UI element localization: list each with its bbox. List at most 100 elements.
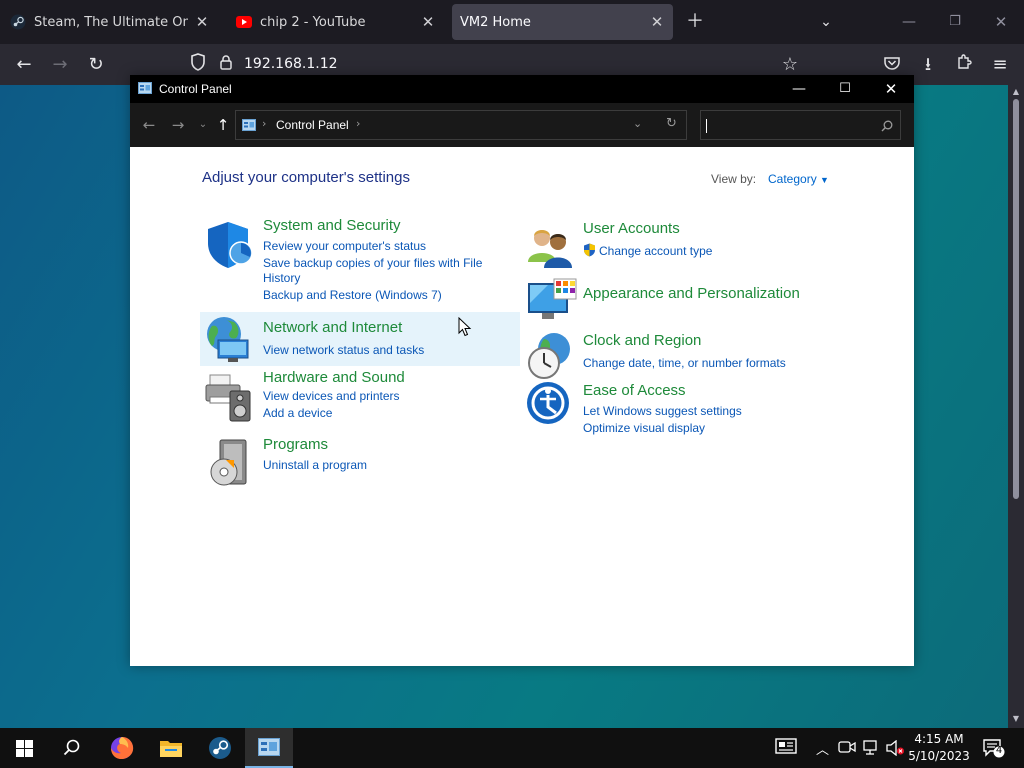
back-icon[interactable]: ← (139, 115, 159, 135)
chevron-up-icon[interactable]: ︿ (816, 739, 829, 758)
window-title: Control Panel (159, 82, 232, 96)
close-icon[interactable]: ✕ (649, 13, 665, 31)
link-network-status[interactable]: View network status and tasks (263, 343, 424, 357)
tab-steam[interactable]: Steam, The Ultimate Online Gam ✕ (2, 4, 218, 40)
back-icon[interactable]: ← (12, 53, 36, 77)
menu-icon[interactable]: ≡ (988, 53, 1012, 77)
close-icon[interactable]: ✕ (987, 10, 1015, 34)
network-globe-icon (207, 317, 249, 362)
window-titlebar[interactable]: Control Panel — ☐ ✕ (130, 75, 914, 103)
star-icon[interactable]: ☆ (778, 53, 802, 77)
scrollbar-thumb[interactable] (1013, 99, 1019, 499)
mouse-cursor-icon (458, 317, 472, 337)
refresh-icon[interactable]: ↻ (666, 116, 677, 131)
notification-center-icon[interactable]: 4 (982, 738, 1006, 762)
link-backup-restore[interactable]: Backup and Restore (Windows 7) (263, 288, 442, 302)
address-field[interactable]: › Control Panel › ⌄ ↻ (235, 110, 687, 140)
close-icon[interactable]: ✕ (868, 75, 914, 103)
clock-time: 4:15 AM (914, 732, 964, 746)
new-tab-icon[interactable]: ＋ (681, 10, 709, 34)
link-optimize-display[interactable]: Optimize visual display (583, 421, 705, 435)
category-title[interactable]: System and Security (263, 217, 401, 234)
folder-icon (160, 741, 182, 757)
windows-logo-icon (15, 739, 33, 757)
link-change-account-type[interactable]: Change account type (599, 244, 712, 258)
ease-of-access-icon (527, 382, 569, 424)
link-change-date-formats[interactable]: Change date, time, or number formats (583, 356, 786, 370)
link-file-history[interactable]: Save backup copies of your files with Fi… (263, 256, 482, 270)
control-panel-content: Adjust your computer's settings View by:… (130, 147, 914, 666)
maximize-icon[interactable]: ☐ (822, 75, 868, 103)
minimize-icon[interactable]: — (776, 75, 822, 103)
search-icon (63, 739, 80, 756)
category-title[interactable]: Ease of Access (583, 382, 686, 399)
volume-muted-icon[interactable] (885, 739, 905, 760)
category-hardware-sound: Hardware and Sound View devices and prin… (202, 369, 502, 423)
restore-icon[interactable]: ❐ (941, 10, 969, 34)
recent-locations-icon[interactable]: ⌄ (193, 115, 213, 135)
chevron-right-icon: › (262, 117, 267, 130)
browser-tab-bar: Steam, The Ultimate Online Gam ✕ chip 2 … (0, 0, 1024, 44)
category-title[interactable]: Appearance and Personalization (583, 285, 800, 302)
tab-youtube[interactable]: chip 2 - YouTube ✕ (228, 4, 444, 40)
close-icon[interactable]: ✕ (194, 13, 210, 31)
forward-icon[interactable]: → (168, 115, 188, 135)
page-scrollbar[interactable]: ▲ ▼ (1008, 85, 1024, 728)
tracking-shield-icon[interactable] (186, 53, 210, 77)
pocket-icon[interactable] (880, 53, 904, 77)
category-clock-region: Clock and Region Change date, time, or n… (524, 329, 844, 379)
tab-vm2-home[interactable]: VM2 Home ✕ (452, 4, 673, 40)
notification-count: 4 (995, 745, 1003, 756)
link-add-device[interactable]: Add a device (263, 406, 332, 420)
up-icon[interactable]: ↑ (213, 115, 233, 135)
taskbar-file-explorer[interactable] (147, 728, 195, 768)
globe-clock-icon (528, 333, 570, 379)
chevron-down-icon[interactable]: ⌄ (812, 10, 840, 34)
breadcrumb[interactable]: Control Panel (276, 118, 349, 132)
category-title[interactable]: Programs (263, 436, 328, 453)
taskbar-control-panel[interactable] (245, 728, 293, 768)
programs-disk-icon (210, 439, 247, 486)
search-button[interactable] (48, 728, 96, 768)
clock-date: 5/10/2023 (908, 749, 970, 763)
network-icon[interactable] (862, 740, 880, 760)
system-clock[interactable]: 4:15 AM 5/10/2023 (906, 731, 972, 765)
category-programs: Programs Uninstall a program (202, 436, 502, 486)
category-title[interactable]: Clock and Region (583, 332, 701, 349)
scroll-up-icon[interactable]: ▲ (1011, 87, 1021, 96)
chevron-down-icon[interactable]: ⌄ (633, 117, 642, 130)
minimize-icon[interactable]: — (895, 10, 923, 34)
view-by-dropdown[interactable]: Category ▼ (768, 172, 829, 186)
url-field[interactable]: 192.168.1.12 (244, 56, 338, 72)
close-icon[interactable]: ✕ (420, 13, 436, 31)
link-suggest-settings[interactable]: Let Windows suggest settings (583, 404, 742, 418)
category-title[interactable]: User Accounts (583, 220, 680, 237)
chevron-right-icon[interactable]: › (356, 117, 360, 130)
meet-now-icon[interactable] (838, 740, 856, 758)
link-review-status[interactable]: Review your computer's status (263, 239, 426, 253)
firefox-icon (111, 737, 134, 759)
category-title[interactable]: Hardware and Sound (263, 369, 405, 386)
reload-icon[interactable]: ↻ (84, 53, 108, 77)
link-file-history-cont[interactable]: History (263, 271, 300, 285)
scroll-down-icon[interactable]: ▼ (1011, 714, 1021, 723)
taskbar-firefox[interactable] (98, 728, 146, 768)
control-panel-icon (138, 82, 152, 94)
category-network-internet[interactable]: Network and Internet View network status… (200, 312, 520, 366)
extensions-icon[interactable] (952, 53, 976, 77)
youtube-icon (236, 14, 252, 30)
search-icon[interactable] (881, 120, 893, 132)
taskbar-steam[interactable] (196, 728, 244, 768)
lock-icon[interactable] (214, 53, 238, 77)
start-button[interactable] (0, 728, 48, 768)
search-input[interactable] (700, 110, 901, 140)
control-panel-icon (258, 738, 280, 756)
forward-icon[interactable]: → (48, 53, 72, 77)
category-title[interactable]: Network and Internet (263, 319, 402, 336)
link-devices-printers[interactable]: View devices and printers (263, 389, 400, 403)
news-widget-icon[interactable] (775, 738, 797, 758)
uac-shield-icon (584, 243, 595, 257)
link-uninstall-program[interactable]: Uninstall a program (263, 458, 367, 472)
download-icon[interactable]: ⭳ (916, 53, 940, 77)
control-panel-icon (242, 119, 256, 131)
